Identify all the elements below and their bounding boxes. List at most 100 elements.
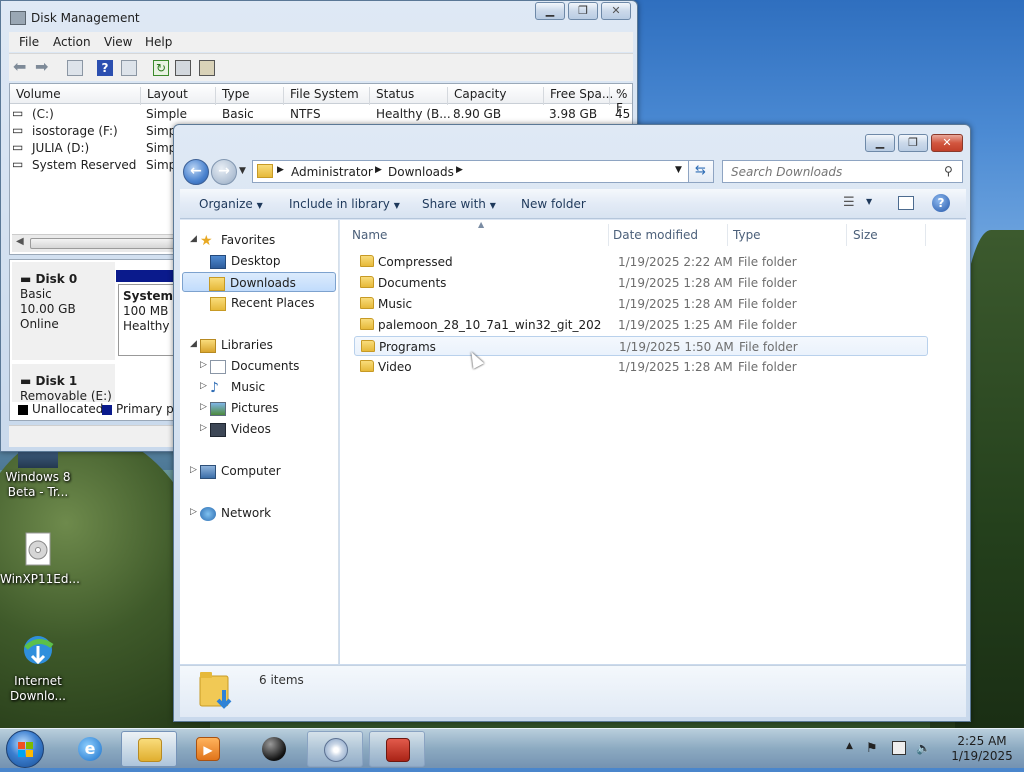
- nav-music[interactable]: ♪ Music: [210, 377, 265, 397]
- taskbar-disc-burner[interactable]: [307, 731, 363, 767]
- breadcrumb-separator-icon[interactable]: ▶: [456, 165, 463, 175]
- recent-pages-dropdown-icon[interactable]: ▼: [239, 166, 246, 176]
- table-row[interactable]: ▭ (C:) Simple Basic NTFS Healthy (B... 8…: [10, 106, 632, 123]
- clock[interactable]: 2:25 AM 1/19/2025: [942, 734, 1022, 764]
- collapsed-arrow-icon[interactable]: ▷: [200, 402, 207, 412]
- share-with-button[interactable]: Share with ▼: [422, 197, 496, 211]
- taskbar-windows-explorer[interactable]: [121, 731, 177, 767]
- explorer-titlebar[interactable]: ▁ ❐ ✕: [174, 125, 970, 157]
- taskbar-media-player[interactable]: ▶: [180, 731, 236, 767]
- back-arrow-icon[interactable]: ⬅: [13, 57, 29, 76]
- chevron-down-icon[interactable]: ▼: [866, 197, 872, 206]
- disk-management-titlebar[interactable]: Disk Management ▁ ❐ ✕: [1, 1, 637, 31]
- list-item[interactable]: palemoon_28_10_7a1_win32_git_202 1/19/20…: [354, 315, 928, 335]
- speaker-muted-icon[interactable]: 🔈: [916, 741, 931, 755]
- address-dropdown-icon[interactable]: ▼: [675, 165, 682, 175]
- collapsed-arrow-icon[interactable]: ▷: [200, 360, 207, 370]
- maximize-button[interactable]: ❐: [898, 134, 928, 152]
- desktop-icon-windows8[interactable]: Windows 8 Beta - Tr...: [0, 452, 76, 500]
- disk1-label[interactable]: ▬ Disk 1 Removable (E:): [12, 364, 115, 403]
- properties-icon[interactable]: [121, 60, 137, 76]
- col-date-modified[interactable]: Date modified: [613, 228, 698, 242]
- nav-pictures[interactable]: Pictures: [210, 398, 279, 418]
- address-bar[interactable]: ▶ Administrator ▶ Downloads ▶ ▼: [252, 160, 689, 183]
- minimize-button[interactable]: ▁: [535, 2, 565, 20]
- list-item[interactable]: Music 1/19/2025 1:28 AM File folder: [354, 294, 928, 314]
- network-icon[interactable]: [892, 741, 906, 755]
- collapsed-arrow-icon[interactable]: ▷: [190, 465, 197, 475]
- breadcrumb-separator-icon[interactable]: ▶: [277, 165, 284, 175]
- menu-help[interactable]: Help: [145, 35, 172, 49]
- col-filesystem[interactable]: File System: [283, 87, 359, 105]
- organize-button[interactable]: Organize ▼: [199, 197, 263, 211]
- col-type[interactable]: Type: [215, 87, 250, 105]
- nav-libraries[interactable]: Libraries: [200, 335, 273, 355]
- maximize-button[interactable]: ❐: [568, 2, 598, 20]
- minimize-button[interactable]: ▁: [865, 134, 895, 152]
- taskbar-internet-explorer[interactable]: e: [62, 731, 118, 767]
- col-name[interactable]: Name: [352, 228, 387, 242]
- taskbar-app-ball[interactable]: [246, 731, 302, 767]
- col-volume[interactable]: Volume: [10, 87, 61, 105]
- horizontal-scrollbar[interactable]: ◀: [12, 234, 177, 252]
- col-layout[interactable]: Layout: [140, 87, 188, 105]
- nav-network[interactable]: Network: [200, 503, 271, 523]
- menu-file[interactable]: File: [19, 35, 39, 49]
- taskbar-disk-management[interactable]: [369, 731, 425, 767]
- rescan-disks-icon[interactable]: [175, 60, 191, 76]
- search-box[interactable]: ⚲: [722, 160, 963, 183]
- forward-arrow-icon[interactable]: ➡: [35, 57, 51, 76]
- collapsed-arrow-icon[interactable]: ▷: [190, 507, 197, 517]
- breadcrumb-administrator[interactable]: Administrator: [291, 165, 373, 179]
- column-divider[interactable]: [846, 224, 847, 246]
- help-icon[interactable]: ?: [97, 60, 113, 76]
- console-tree-icon[interactable]: [67, 60, 83, 76]
- list-item[interactable]: Compressed 1/19/2025 2:22 AM File folder: [354, 252, 928, 272]
- col-freespace[interactable]: Free Spa...: [543, 87, 613, 105]
- settings-icon[interactable]: [199, 60, 215, 76]
- expand-arrow-icon[interactable]: ◢: [190, 339, 197, 349]
- disk0-label[interactable]: ▬ Disk 0 Basic 10.00 GB Online: [12, 262, 115, 360]
- column-divider[interactable]: [608, 224, 609, 246]
- close-button[interactable]: ✕: [601, 2, 631, 20]
- search-input[interactable]: [729, 164, 939, 180]
- action-center-flag-icon[interactable]: ⚑: [866, 741, 880, 756]
- nav-recent-places[interactable]: Recent Places: [210, 293, 314, 313]
- refresh-button[interactable]: ⇆: [689, 160, 714, 183]
- col-type[interactable]: Type: [733, 228, 761, 242]
- new-folder-button[interactable]: New folder: [521, 197, 586, 211]
- col-status[interactable]: Status: [369, 87, 414, 105]
- nav-computer[interactable]: Computer: [200, 461, 281, 481]
- desktop-icon-winxp[interactable]: WinXP11Ed...: [0, 530, 80, 587]
- desktop-icon-internet-download[interactable]: Internet Downlo...: [0, 632, 76, 704]
- scroll-left-icon[interactable]: ◀: [16, 236, 24, 247]
- nav-favorites[interactable]: ★ Favorites: [200, 230, 275, 250]
- collapsed-arrow-icon[interactable]: ▷: [200, 381, 207, 391]
- help-icon[interactable]: ?: [932, 194, 950, 212]
- nav-documents[interactable]: Documents: [210, 356, 299, 376]
- col-size[interactable]: Size: [853, 228, 878, 242]
- include-in-library-button[interactable]: Include in library ▼: [289, 197, 400, 211]
- preview-pane-icon[interactable]: [898, 196, 914, 210]
- list-item[interactable]: Documents 1/19/2025 1:28 AM File folder: [354, 273, 928, 293]
- nav-downloads[interactable]: Downloads: [182, 272, 336, 292]
- breadcrumb-downloads[interactable]: Downloads: [388, 165, 454, 179]
- column-divider[interactable]: [925, 224, 926, 246]
- system-reserved-partition[interactable]: System R 100 MB N Healthy (: [118, 284, 178, 356]
- scrollbar-thumb[interactable]: [30, 238, 176, 249]
- show-hidden-icons-icon[interactable]: ▲: [846, 741, 860, 755]
- breadcrumb-separator-icon[interactable]: ▶: [375, 165, 382, 175]
- expand-arrow-icon[interactable]: ◢: [190, 234, 197, 244]
- menu-action[interactable]: Action: [53, 35, 91, 49]
- refresh-icon[interactable]: ↻: [153, 60, 169, 76]
- list-item[interactable]: Video 1/19/2025 1:28 AM File folder: [354, 357, 928, 377]
- start-button[interactable]: [6, 730, 44, 768]
- nav-desktop[interactable]: Desktop: [210, 251, 281, 271]
- explorer-window[interactable]: ▁ ❐ ✕ ← → ▼ ▶ Administrator ▶ Downloads …: [173, 124, 971, 722]
- back-button[interactable]: ←: [183, 159, 209, 185]
- col-capacity[interactable]: Capacity: [447, 87, 506, 105]
- collapsed-arrow-icon[interactable]: ▷: [200, 423, 207, 433]
- menu-view[interactable]: View: [104, 35, 132, 49]
- view-options-icon[interactable]: ☰: [843, 195, 855, 210]
- column-divider[interactable]: [727, 224, 728, 246]
